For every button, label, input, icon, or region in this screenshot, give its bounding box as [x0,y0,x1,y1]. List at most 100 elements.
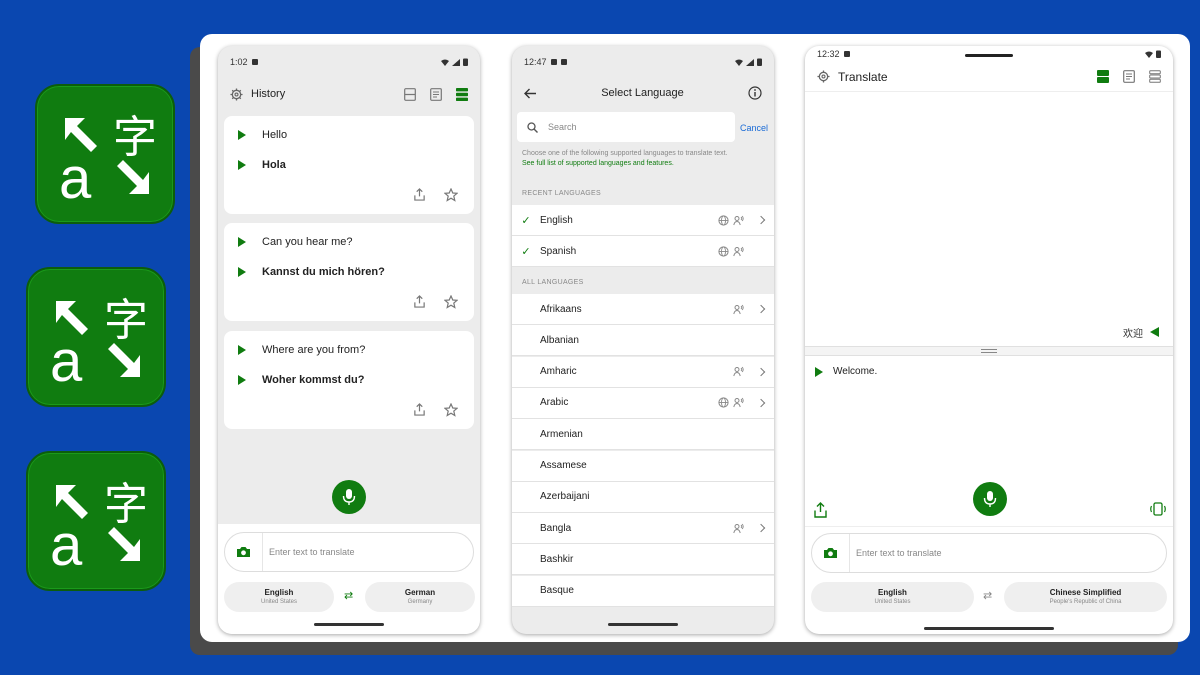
translation-output-pane [805,102,1173,346]
history-card[interactable]: Where are you from? Woher kommst du? [224,331,474,429]
from-language-button[interactable]: English United States [811,582,974,612]
language-row[interactable]: Bangla [512,513,774,545]
cancel-button[interactable]: Cancel [740,123,768,133]
star-icon[interactable] [444,295,458,309]
home-indicator [314,623,384,626]
translate-input[interactable]: Enter text to translate [224,532,474,572]
status-bar: 1:02 [218,46,480,78]
language-name: English [540,214,573,226]
play-icon[interactable] [238,237,246,247]
microphone-button[interactable] [973,482,1007,516]
document-view-icon[interactable] [1123,70,1135,83]
signal-icon [746,58,754,66]
from-language-region: United States [260,599,298,605]
voice-icon [733,246,744,256]
target-row[interactable]: Kannst du mich hören? [224,257,474,287]
camera-icon [237,547,250,557]
language-name: Armenian [540,428,583,440]
language-row[interactable]: Amharic [512,356,774,388]
conversation-mode-icon[interactable] [1149,502,1167,516]
svg-text:a: a [59,146,92,211]
share-icon[interactable] [413,403,426,416]
history-view-icon[interactable] [1149,70,1161,83]
language-features [718,246,764,257]
chevron-right-icon[interactable] [756,398,766,408]
translator-logo-icon: 字 a [50,479,148,578]
language-row[interactable]: ✓ Spanish [512,236,774,268]
supported-languages-link[interactable]: See full list of supported languages and… [522,159,772,169]
language-row[interactable]: Azerbaijani [512,481,774,513]
to-language-button[interactable]: Chinese Simplified People's Republic of … [1004,582,1167,612]
language-row[interactable]: Afrikaans [512,294,774,325]
camera-notch [965,54,1013,57]
language-name: Bashkir [540,553,574,565]
share-icon[interactable] [413,188,426,201]
from-language-name: English [264,588,294,597]
source-text-row[interactable]: Welcome. [815,366,877,377]
from-language-button[interactable]: English United States [224,582,334,612]
history-card[interactable]: Can you hear me? Kannst du mich hören? [224,223,474,321]
to-language-region: People's Republic of China [1049,599,1122,605]
play-icon[interactable] [238,375,246,385]
to-language-name: German [404,588,436,597]
gear-icon[interactable] [817,70,830,83]
info-icon[interactable] [748,86,762,100]
wifi-icon [441,59,449,66]
star-icon[interactable] [444,403,458,417]
play-icon[interactable] [815,366,823,377]
source-row[interactable]: Hello [224,120,474,150]
search-placeholder: Search [548,122,577,132]
language-row[interactable]: Bashkir [512,544,774,576]
swap-languages-icon[interactable]: ⇄ [983,589,992,602]
history-view-icon[interactable] [456,87,468,101]
history-card[interactable]: Hello Hola [224,116,474,214]
split-view-icon[interactable] [1097,70,1109,83]
language-name: Albanian [540,334,579,346]
target-row[interactable]: Woher kommst du? [224,365,474,395]
language-row[interactable]: ✓ English [512,205,774,236]
voice-icon [733,523,744,533]
play-icon[interactable] [238,130,246,140]
gear-icon[interactable] [230,87,243,101]
to-language-button[interactable]: German Germany [365,582,475,612]
star-icon[interactable] [444,188,458,202]
swap-languages-icon[interactable]: ⇄ [344,589,353,602]
document-view-icon[interactable] [430,87,442,101]
select-language-phone: 12:47 Select Language Search Cancel Choo… [512,46,774,634]
chevron-right-icon[interactable] [756,523,766,533]
chevron-right-icon[interactable] [756,304,766,314]
back-arrow-icon[interactable] [524,88,537,99]
source-row[interactable]: Where are you from? [224,335,474,365]
split-view-icon[interactable] [404,87,416,101]
language-row[interactable]: Basque [512,575,774,607]
app-logo: 字 a [26,267,166,407]
search-input[interactable]: Search [517,112,735,142]
pane-divider[interactable] [805,346,1173,356]
app-logo: 字 a [35,84,175,224]
play-icon[interactable] [238,345,246,355]
language-row[interactable]: Arabic [512,387,774,419]
notification-icon [560,59,567,65]
language-row[interactable]: Albanian [512,325,774,357]
chevron-right-icon[interactable] [756,215,766,225]
share-icon[interactable] [813,502,828,518]
microphone-button[interactable] [332,480,366,514]
share-icon[interactable] [413,295,426,308]
camera-button[interactable] [812,534,850,572]
to-language-region: Germany [407,599,433,605]
language-features [733,523,766,534]
status-time: 12:32 [817,49,840,59]
play-translation-icon[interactable] [1150,327,1159,337]
language-row[interactable]: Armenian [512,419,774,451]
language-row[interactable]: Assamese [512,450,774,482]
input-placeholder: Enter text to translate [856,548,942,558]
target-row[interactable]: Hola [224,150,474,180]
source-text: Hello [262,129,288,141]
play-icon[interactable] [238,267,246,277]
chevron-right-icon[interactable] [756,367,766,376]
drag-handle[interactable] [981,349,997,353]
camera-button[interactable] [225,533,263,571]
source-row[interactable]: Can you hear me? [224,227,474,257]
translate-input[interactable]: Enter text to translate [811,533,1167,573]
play-icon[interactable] [238,160,246,170]
